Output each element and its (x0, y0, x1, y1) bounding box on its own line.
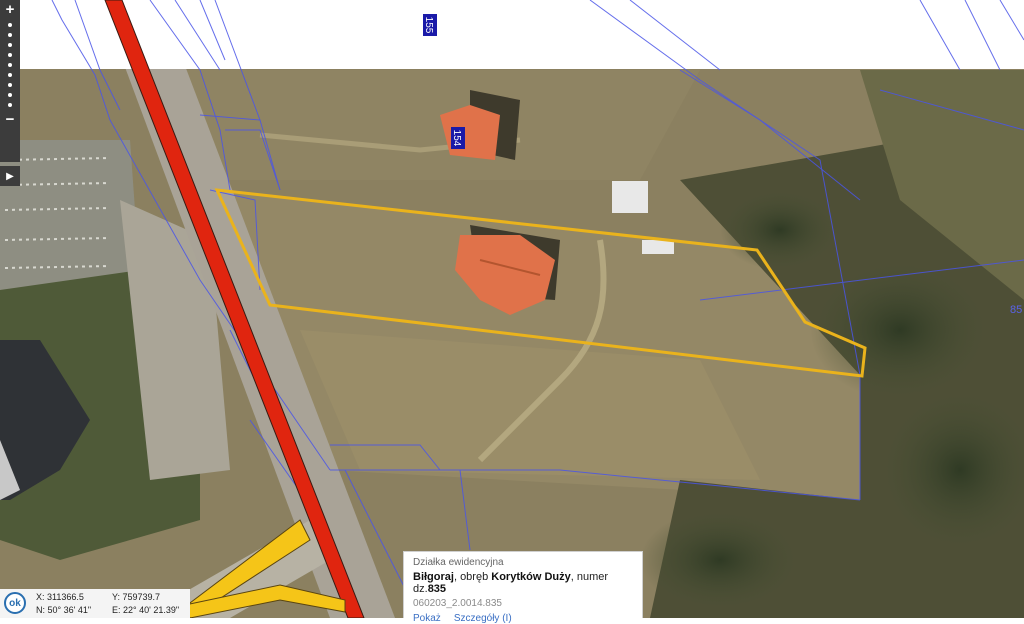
tree-cluster (720, 190, 840, 270)
precinct-name: Korytków Duży (491, 571, 571, 583)
zoom-step[interactable] (8, 43, 12, 47)
parcel-label-155-text: 155 (423, 17, 434, 34)
building-label-154-text: 154 (451, 130, 462, 147)
parcel-number: 835 (427, 583, 447, 595)
coord-y: Y: 759739.7 (112, 592, 161, 602)
zoom-step[interactable] (8, 93, 12, 97)
zoom-in-button[interactable]: + (6, 2, 15, 18)
zoom-slider[interactable] (8, 20, 12, 110)
details-link[interactable]: Szczegóły (I) (454, 613, 512, 624)
coord-e: E: 22° 40' 21.39" (112, 605, 180, 615)
zoom-step[interactable] (8, 33, 12, 37)
zoom-step[interactable] (8, 73, 12, 77)
building-label-154: 154 (451, 127, 465, 149)
parcel-identifier: 060203_2.0014.835 (413, 598, 502, 609)
zoom-step[interactable] (8, 103, 12, 107)
parcel-number-85: 85 (1010, 304, 1022, 316)
shed-roof (612, 181, 648, 213)
tree-cluster (810, 260, 990, 400)
expand-panel-button[interactable]: ▶ (0, 166, 20, 186)
popup-links: Pokaż Szczegóły (I) (413, 612, 633, 624)
ok-button[interactable]: ok (4, 592, 26, 614)
tree-cluster (640, 510, 800, 610)
zoom-step[interactable] (8, 23, 12, 27)
zoom-step[interactable] (8, 83, 12, 87)
coord-x: X: 311366.5 (36, 592, 84, 602)
map-tiles-unloaded (0, 0, 1024, 69)
zoom-out-button[interactable]: − (6, 112, 15, 128)
parcel-label-155: 155 (423, 14, 437, 36)
popup-title: Działka ewidencyjna (413, 557, 504, 568)
zoom-step[interactable] (8, 53, 12, 57)
parcel-info-popup: Działka ewidencyjna Biłgoraj, obręb Kory… (403, 551, 643, 624)
field-area (180, 70, 700, 180)
coordinates-box: ok X: 311366.5 Y: 759739.7 N: 50° 36' 41… (0, 589, 190, 618)
shed-roof (642, 240, 674, 254)
town-name: Biłgoraj (413, 571, 454, 583)
parcel-description: Biłgoraj, obręb Korytków Duży, numer dz.… (413, 571, 633, 595)
zoom-step[interactable] (8, 63, 12, 67)
precinct-prefix: , obręb (453, 571, 492, 583)
map-view[interactable]: 155 154 85 (0, 0, 1024, 618)
zoom-control: + − (0, 0, 20, 162)
show-link[interactable]: Pokaż (413, 613, 441, 624)
coord-n: N: 50° 36' 41" (36, 605, 92, 615)
